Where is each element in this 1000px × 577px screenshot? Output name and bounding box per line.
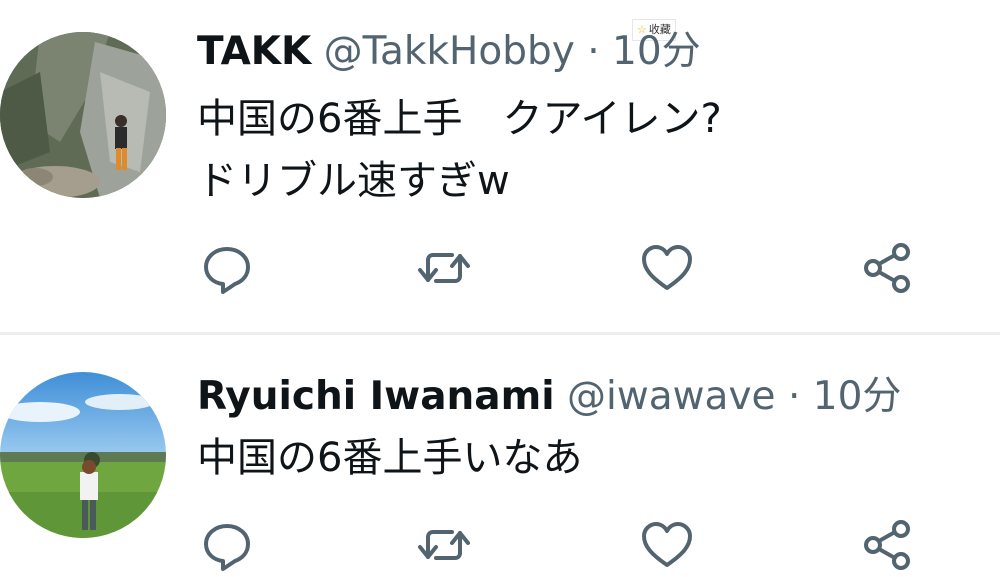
retweet-button[interactable] bbox=[416, 517, 472, 573]
display-name[interactable]: TAKK bbox=[197, 29, 311, 74]
share-icon bbox=[864, 243, 910, 293]
tweet-text: 中国の6番上手 クアイレン? ドリブル速すぎw bbox=[197, 88, 722, 212]
tweet-header: TAKK @TakkHobby · 10分 bbox=[197, 28, 701, 76]
like-button[interactable] bbox=[639, 517, 695, 573]
share-button[interactable] bbox=[859, 517, 915, 573]
avatar[interactable] bbox=[0, 372, 166, 538]
retweet-button[interactable] bbox=[416, 240, 472, 296]
retweet-icon bbox=[418, 253, 470, 283]
tweet-text-line: ドリブル速すぎw bbox=[197, 158, 510, 204]
handle[interactable]: @TakkHobby bbox=[324, 29, 575, 74]
avatar-photo bbox=[0, 32, 166, 198]
share-button[interactable] bbox=[859, 240, 915, 296]
reply-button[interactable] bbox=[199, 240, 255, 296]
timestamp[interactable]: 10分 bbox=[612, 29, 701, 74]
avatar-photo bbox=[0, 372, 166, 538]
tweet-text: 中国の6番上手いなあ bbox=[197, 427, 582, 489]
retweet-icon bbox=[418, 530, 470, 560]
like-button[interactable] bbox=[639, 240, 695, 296]
tweet-text-line: 中国の6番上手 クアイレン? bbox=[197, 96, 722, 142]
reply-icon bbox=[204, 247, 250, 294]
share-icon bbox=[864, 520, 910, 570]
reply-button[interactable] bbox=[199, 517, 255, 573]
separator: · bbox=[787, 374, 801, 419]
handle[interactable]: @iwawave bbox=[567, 374, 776, 419]
tweet[interactable]: TAKK @TakkHobby · 10分 中国の6番上手 クアイレン? ドリブ… bbox=[0, 0, 1000, 333]
display-name[interactable]: Ryuichi Iwanami bbox=[197, 374, 555, 419]
heart-icon bbox=[642, 522, 692, 567]
tweet-header: Ryuichi Iwanami @iwawave · 10分 bbox=[197, 373, 901, 421]
timestamp[interactable]: 10分 bbox=[813, 374, 902, 419]
heart-icon bbox=[642, 245, 692, 290]
avatar[interactable] bbox=[0, 32, 166, 198]
action-bar bbox=[0, 240, 1000, 300]
separator: · bbox=[587, 29, 600, 74]
action-bar bbox=[0, 517, 1000, 577]
reply-icon bbox=[204, 524, 250, 571]
tweet-text-line: 中国の6番上手いなあ bbox=[197, 435, 583, 481]
tweet[interactable]: Ryuichi Iwanami @iwawave · 10分 中国の6番上手いな… bbox=[0, 335, 1000, 577]
